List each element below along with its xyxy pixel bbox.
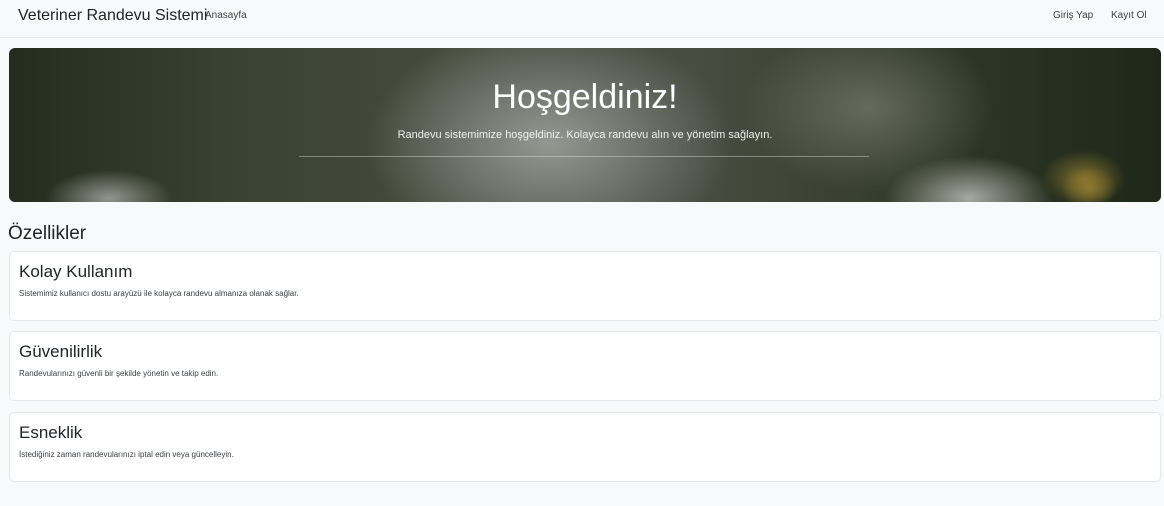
feature-card-text: Sistemimiz kullanıcı dostu arayüzü ile k…: [19, 289, 299, 298]
nav-link-register[interactable]: Kayıt Ol: [1111, 10, 1147, 21]
nav-link-login[interactable]: Giriş Yap: [1053, 10, 1093, 21]
navbar: Veteriner Randevu Sistemi Anasayfa Giriş…: [0, 0, 1164, 38]
hero-divider: [299, 156, 869, 157]
features-heading: Özellikler: [8, 223, 87, 244]
hero-title: Hoşgeldiniz!: [492, 78, 678, 116]
feature-card-title: Güvenilirlik: [19, 342, 103, 361]
feature-card-text: Randevularınızı güvenli bir şekilde yöne…: [19, 369, 219, 378]
hero-background-image: [9, 48, 1161, 202]
feature-card-flexibility: Esneklik İstediğiniz zaman randevularını…: [9, 412, 1161, 482]
hero-subtitle: Randevu sistemimize hoşgeldiniz. Kolayca…: [397, 129, 773, 141]
feature-card-title: Esneklik: [19, 423, 83, 442]
feature-card-title: Kolay Kullanım: [19, 262, 133, 281]
nav-link-home[interactable]: Anasayfa: [205, 10, 247, 21]
feature-card-reliability: Güvenilirlik Randevularınızı güvenli bir…: [9, 331, 1161, 401]
feature-card-easy-use: Kolay Kullanım Sistemimiz kullanıcı dost…: [9, 251, 1161, 321]
hero-banner: Hoşgeldiniz! Randevu sistemimize hoşgeld…: [9, 48, 1161, 202]
brand-link[interactable]: Veteriner Randevu Sistemi: [18, 7, 207, 25]
feature-card-text: İstediğiniz zaman randevularınızı iptal …: [19, 450, 234, 459]
